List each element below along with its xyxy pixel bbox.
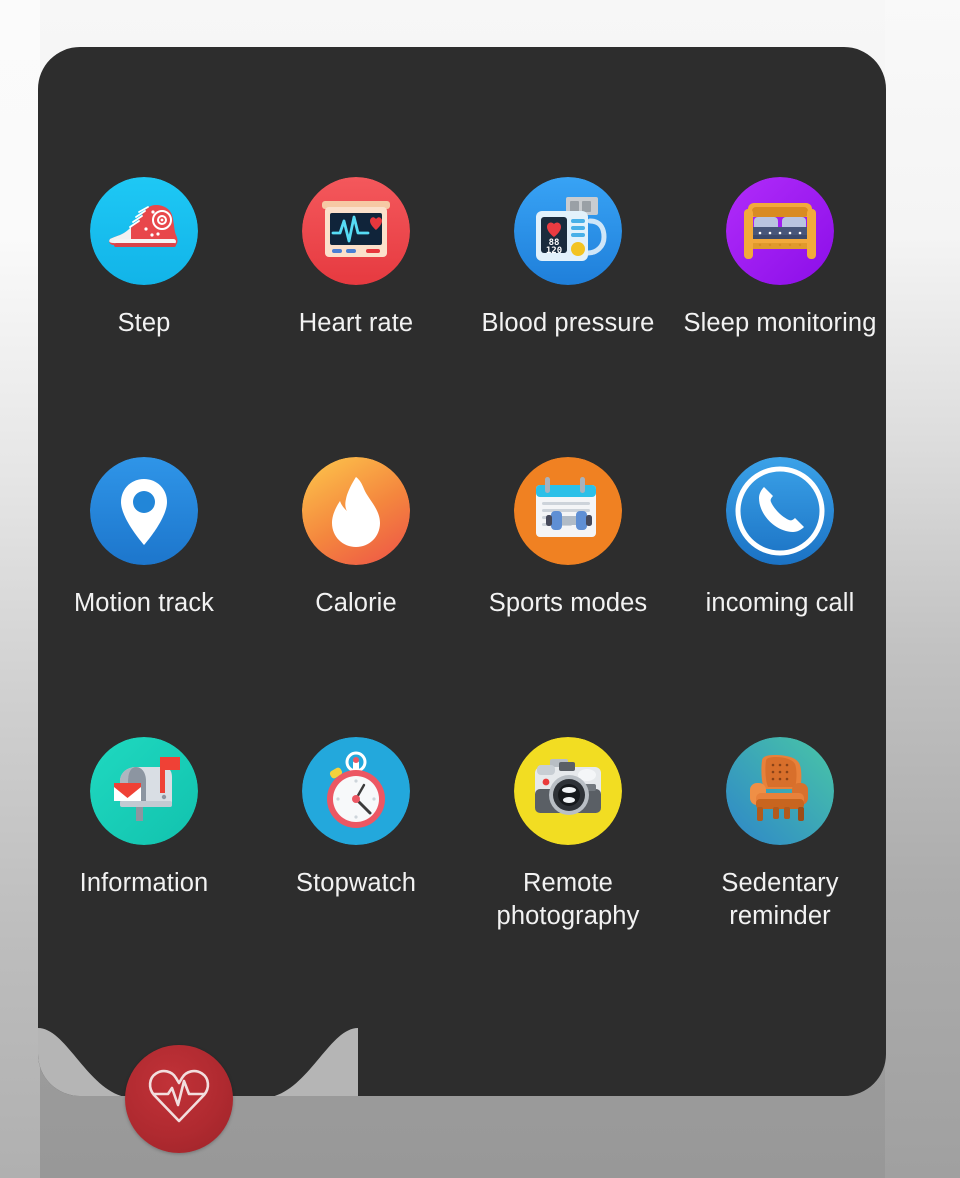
feature-grid: Step Heart rate 88 120 Blood pressure Sl… <box>38 177 886 1017</box>
feature-label: Stopwatch <box>296 869 416 897</box>
flame-icon[interactable] <box>302 457 410 565</box>
feature-label: Sedentary reminder <box>721 869 839 930</box>
blood-pressure-monitor-icon[interactable]: 88 120 <box>514 177 622 285</box>
calendar-dumbbell-icon[interactable] <box>514 457 622 565</box>
backdrop-right-highlight <box>885 0 960 1178</box>
armchair-icon[interactable] <box>726 737 834 845</box>
feature-label: Heart rate <box>298 309 414 337</box>
feature-label: Step <box>117 309 171 337</box>
feature-tile[interactable]: Sports modes <box>462 457 674 737</box>
heart-monitor-icon[interactable] <box>302 177 410 285</box>
feature-label: Sports modes <box>488 589 648 617</box>
stopwatch-icon[interactable] <box>302 737 410 845</box>
feature-label: Motion track <box>73 589 215 617</box>
feature-tile[interactable]: Stopwatch <box>250 737 462 1017</box>
bed-icon[interactable] <box>726 177 834 285</box>
feature-label: Remote photography <box>496 869 640 930</box>
mailbox-icon[interactable] <box>90 737 198 845</box>
home-button[interactable] <box>125 1045 233 1153</box>
camera-icon[interactable] <box>514 737 622 845</box>
heart-pulse-icon <box>147 1067 211 1132</box>
feature-tile[interactable]: Remote photography <box>462 737 674 1017</box>
sneaker-icon[interactable] <box>90 177 198 285</box>
feature-tile[interactable]: 88 120 Blood pressure <box>462 177 674 457</box>
backdrop-left-highlight <box>0 0 40 1178</box>
feature-label: Calorie <box>315 589 397 617</box>
feature-label: Sleep monitoring <box>683 309 877 337</box>
feature-tile[interactable]: Heart rate <box>250 177 462 457</box>
feature-tile[interactable]: incoming call <box>674 457 886 737</box>
feature-tile[interactable]: Step <box>38 177 250 457</box>
device-screen: Step Heart rate 88 120 Blood pressure Sl… <box>38 47 886 1096</box>
feature-tile[interactable]: Calorie <box>250 457 462 737</box>
feature-label: Information <box>79 869 209 897</box>
feature-tile[interactable]: Motion track <box>38 457 250 737</box>
map-pin-icon[interactable] <box>90 457 198 565</box>
feature-label: incoming call <box>705 589 855 617</box>
feature-label: Blood pressure <box>481 309 655 337</box>
phone-handset-icon[interactable] <box>726 457 834 565</box>
feature-tile[interactable]: Information <box>38 737 250 1017</box>
svg-text:120: 120 <box>546 246 562 256</box>
feature-tile[interactable]: Sleep monitoring <box>674 177 886 457</box>
feature-tile[interactable]: Sedentary reminder <box>674 737 886 1017</box>
